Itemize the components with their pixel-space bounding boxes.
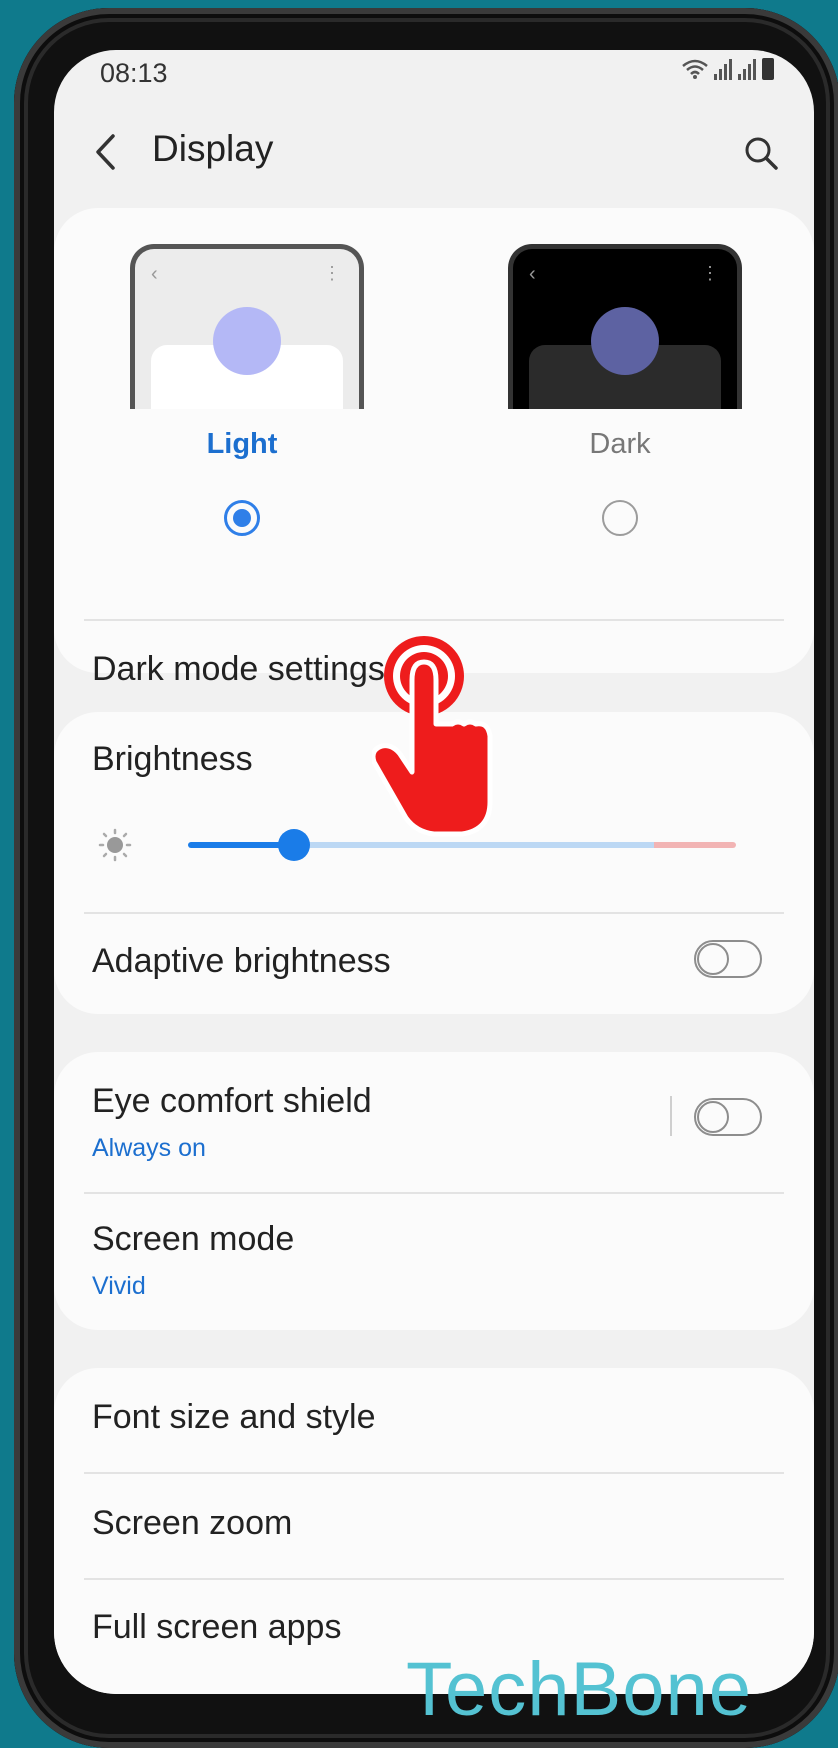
- eye-comfort-status: Always on: [92, 1134, 206, 1162]
- wifi-icon: [682, 59, 708, 79]
- status-bar: 08:13: [54, 50, 814, 100]
- header: Display: [54, 112, 814, 202]
- preview-more-icon: ⋮: [323, 263, 341, 283]
- full-screen-apps-item[interactable]: Full screen apps: [92, 1608, 341, 1647]
- divider: [84, 1472, 784, 1474]
- adaptive-brightness-toggle[interactable]: [694, 940, 762, 978]
- page-title: Display: [152, 128, 274, 169]
- status-icons: [682, 58, 774, 80]
- screen-mode-value: Vivid: [92, 1272, 146, 1300]
- tap-hand-icon: [372, 636, 493, 837]
- theme-card: ‹ ⋮ ‹ ⋮ Light Dark Dark mode settings: [54, 208, 814, 688]
- back-button[interactable]: [84, 126, 128, 178]
- adaptive-brightness-item[interactable]: Adaptive brightness: [92, 942, 391, 981]
- brightness-label: Brightness: [92, 740, 253, 778]
- divider: [84, 912, 784, 914]
- watermark: TechBone: [406, 1647, 753, 1732]
- light-theme-preview[interactable]: ‹ ⋮: [130, 244, 364, 409]
- search-button[interactable]: [734, 126, 788, 180]
- eye-comfort-shield-item[interactable]: Eye comfort shield: [92, 1082, 372, 1121]
- font-size-item[interactable]: Font size and style: [92, 1398, 375, 1437]
- screen-mode-item[interactable]: Screen mode: [92, 1220, 294, 1259]
- back-arrow-icon: [96, 134, 115, 170]
- divider: [84, 1578, 784, 1580]
- screen-card: Eye comfort shield Always on Screen mode…: [54, 1052, 814, 1330]
- sun-icon: [98, 828, 132, 862]
- divider: [84, 619, 784, 621]
- preview-back-icon: ‹: [151, 263, 158, 285]
- brightness-slider-thumb[interactable]: [278, 829, 310, 861]
- dark-mode-radio[interactable]: [602, 500, 638, 536]
- dark-mode-settings-item[interactable]: Dark mode settings: [92, 650, 385, 689]
- screen-zoom-item[interactable]: Screen zoom: [92, 1504, 292, 1543]
- battery-icon: [762, 58, 774, 80]
- preview-back-icon: ‹: [529, 263, 536, 285]
- light-mode-radio[interactable]: [224, 500, 260, 536]
- status-time: 08:13: [100, 58, 168, 88]
- signal-icon: [714, 58, 732, 80]
- signal-2-icon: [738, 58, 756, 80]
- dark-mode-label[interactable]: Dark: [508, 428, 732, 461]
- search-icon: [745, 137, 778, 170]
- toggle-separator: [670, 1096, 672, 1136]
- brightness-slider-track[interactable]: [188, 842, 736, 848]
- dark-theme-preview[interactable]: ‹ ⋮: [508, 244, 742, 409]
- eye-comfort-toggle[interactable]: [694, 1098, 762, 1136]
- light-mode-label[interactable]: Light: [130, 428, 354, 461]
- phone-screen: 08:13 Display ‹ ⋮ ‹ ⋮ Light Dark Dark mo…: [54, 50, 814, 1694]
- divider: [84, 1192, 784, 1194]
- preview-more-icon: ⋮: [701, 263, 719, 283]
